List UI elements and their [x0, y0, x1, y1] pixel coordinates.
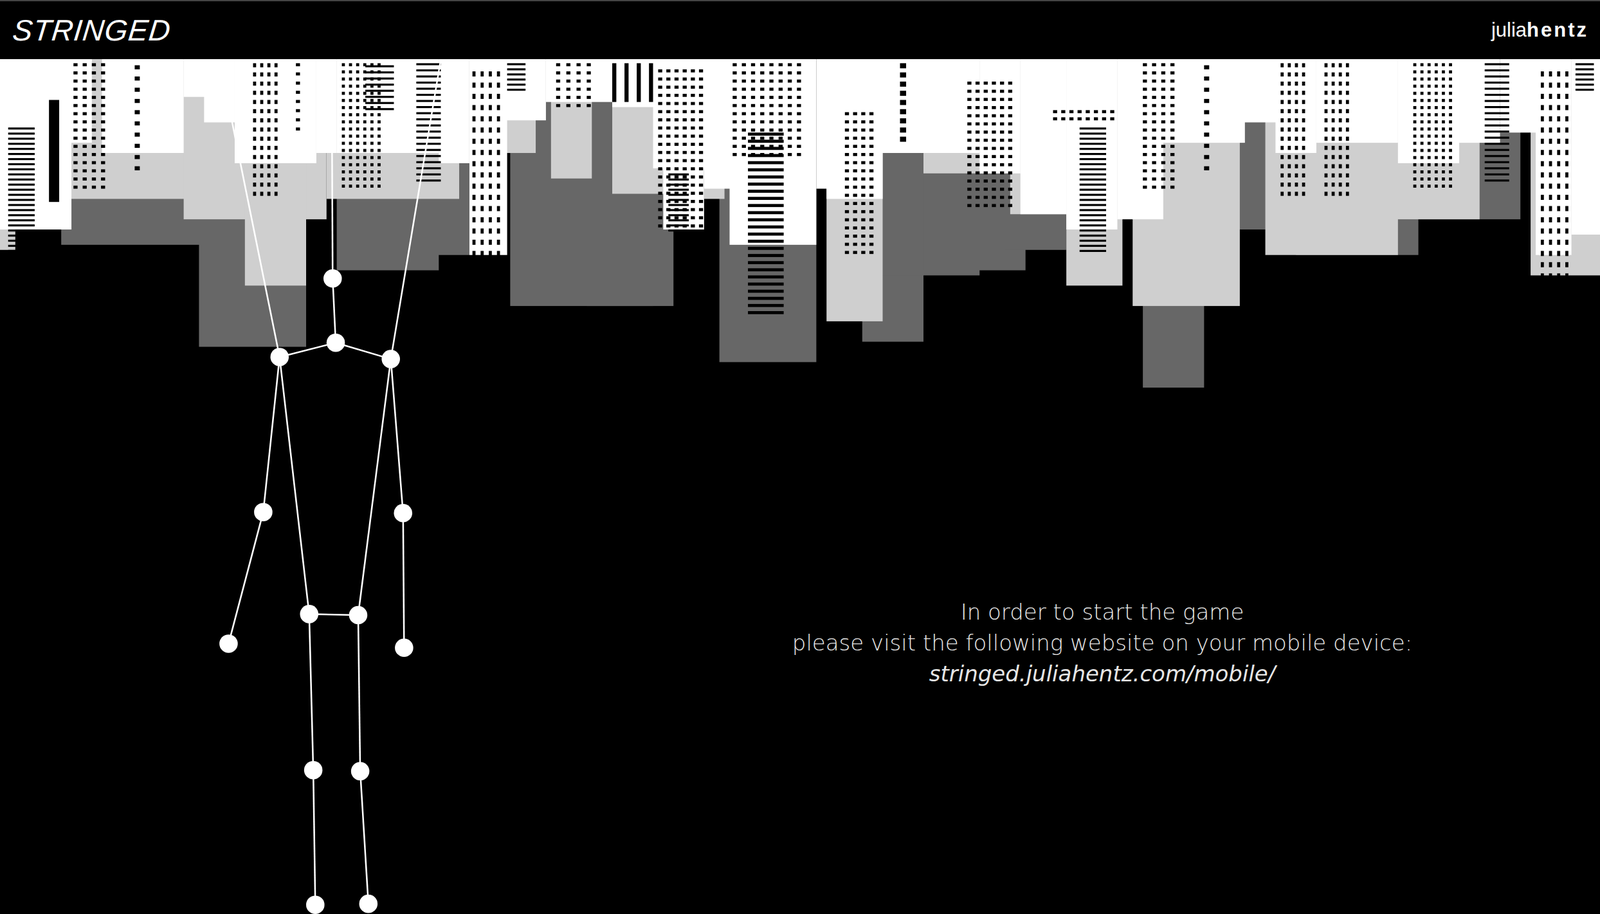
puppet-joint [300, 605, 319, 624]
brand[interactable]: juliahentz [1491, 18, 1589, 42]
puppet-joint [219, 634, 238, 654]
puppet-string [331, 59, 334, 279]
puppet-joint [349, 606, 368, 626]
message-line: In order to start the game [716, 596, 1489, 628]
puppet-joint [393, 504, 413, 523]
puppet-joint [381, 349, 400, 369]
puppet-joint [323, 269, 343, 289]
message-line: please visit the following website on yo… [716, 627, 1489, 659]
puppet-bone [228, 512, 264, 645]
puppet-bone [358, 615, 361, 772]
puppet-joint [359, 895, 379, 914]
puppet-string [390, 59, 442, 360]
stage: In order to start the gameplease visit t… [0, 59, 1600, 914]
puppet-joint [306, 895, 325, 914]
puppet-bone [390, 359, 404, 514]
puppet-bone [358, 359, 391, 616]
puppet [219, 59, 441, 914]
puppet-bone [279, 356, 310, 615]
puppet-joint [394, 638, 414, 658]
brand-bold: hentz [1526, 18, 1589, 42]
start-message: In order to start the gameplease visit t… [716, 596, 1489, 690]
game-scene [0, 59, 1600, 914]
puppet-bone [309, 614, 314, 771]
skyline-windows [8, 63, 1595, 402]
skyline-dark [61, 59, 1521, 388]
puppet-bone [313, 770, 316, 905]
puppet-joint [270, 347, 289, 367]
mobile-link[interactable]: stringed.juliahentz.com/mobile/ [716, 658, 1489, 690]
puppet-string [219, 59, 280, 357]
puppet-joint [351, 762, 370, 782]
puppet-bone [403, 513, 405, 648]
puppet-bone [360, 771, 369, 905]
puppet-joint [304, 761, 323, 781]
header: STRINGED juliahentz [0, 0, 1600, 60]
puppet-joint [254, 502, 273, 522]
game-page: STRINGED juliahentz In order to start the … [0, 0, 1600, 914]
skyline-light [0, 59, 1600, 322]
puppet-joint [326, 333, 346, 353]
brand-light: julia [1491, 18, 1527, 42]
skyline [0, 59, 1600, 402]
logo[interactable]: STRINGED [10, 12, 173, 48]
puppet-bone [263, 356, 280, 512]
puppet-bone [332, 278, 336, 343]
